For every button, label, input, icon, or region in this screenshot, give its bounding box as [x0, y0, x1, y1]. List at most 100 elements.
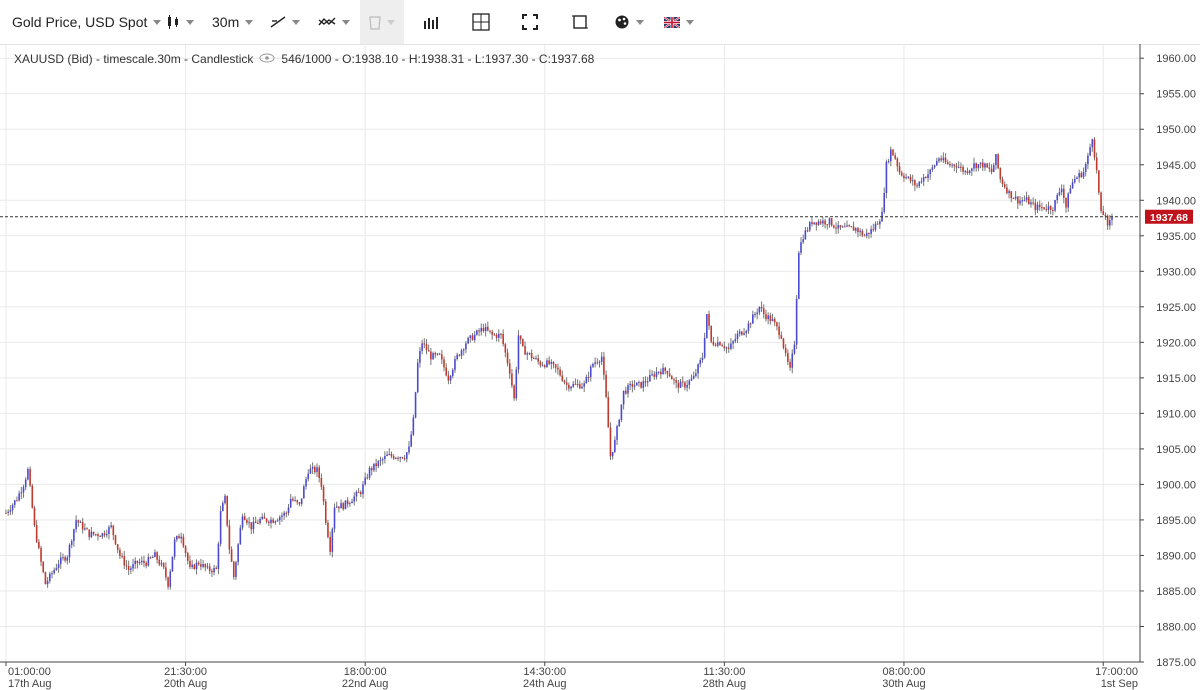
candle-body [410, 434, 412, 447]
candle-body [314, 466, 316, 473]
candle-body [568, 384, 570, 389]
candle-body [401, 457, 404, 459]
candle-body [1047, 206, 1050, 210]
candle-body [13, 500, 16, 505]
candle-body [903, 175, 905, 179]
candle-body [436, 353, 439, 355]
candle-body [844, 226, 846, 228]
candle-body [276, 520, 279, 522]
candle-body [97, 534, 99, 537]
candle-body [432, 353, 434, 360]
candle-body [660, 371, 662, 375]
candle-body [609, 427, 612, 457]
candle-body [1010, 191, 1013, 199]
candle-body [105, 534, 108, 536]
candle-body [784, 347, 787, 354]
candle-body [1001, 179, 1004, 185]
candle-body [265, 518, 268, 522]
candle-body [465, 343, 467, 350]
candle-body [246, 519, 248, 523]
candle-body [366, 477, 369, 479]
candle-body [690, 378, 693, 381]
candle-body [1019, 200, 1021, 204]
candle-body [482, 328, 485, 331]
candle-body [835, 227, 837, 229]
time-tick-label: 21:30:00 [164, 666, 207, 678]
candle-body [754, 314, 756, 316]
candle-body [1109, 220, 1111, 226]
candle-body [1034, 202, 1037, 211]
candle-body [911, 180, 914, 182]
candle-body [789, 361, 791, 368]
candle-body [800, 242, 802, 253]
candle-body [927, 174, 929, 178]
candle-body [640, 381, 642, 388]
candle-body [1076, 177, 1078, 179]
candle-body [738, 331, 741, 334]
candle-body [478, 330, 480, 332]
candle-body [859, 230, 861, 233]
candle-body [719, 342, 721, 346]
candle-body [1036, 204, 1039, 211]
candle-body [88, 529, 91, 538]
candle-body [232, 561, 235, 578]
candle-body [900, 172, 903, 176]
candle-body [968, 170, 971, 174]
candle-body [528, 352, 531, 354]
candle-body [749, 323, 752, 325]
candle-body [1106, 216, 1109, 226]
candle-body [938, 158, 940, 162]
candle-body [554, 364, 557, 368]
candle-body [922, 177, 925, 182]
candle-body [62, 557, 64, 559]
candle-body [289, 498, 292, 508]
candle-body [649, 374, 651, 382]
candle-body [186, 552, 189, 561]
candle-body [600, 356, 603, 362]
candle-body [1073, 178, 1076, 183]
candle-body [642, 381, 645, 388]
candle-body [1003, 184, 1006, 188]
candle-body [1017, 196, 1019, 204]
candle-body [154, 552, 156, 558]
candle-body [736, 333, 739, 340]
candle-body [427, 350, 430, 352]
candle-body [35, 525, 38, 542]
candle-body [981, 162, 984, 168]
candle-body [44, 572, 47, 585]
eye-icon[interactable] [259, 52, 275, 66]
candle-body [430, 351, 432, 360]
candle-body [414, 392, 417, 418]
time-tick-label: 11:30:00 [703, 666, 745, 678]
candle-body [7, 511, 9, 513]
candle-body [320, 477, 323, 487]
candle-body [747, 323, 750, 331]
candle-body [688, 380, 691, 385]
candle-body [248, 522, 250, 524]
price-chart[interactable]: 1960.00 1955.00 1950.00 1945.00 1940.00 1935.… [0, 0, 1200, 690]
candle-body [513, 385, 515, 399]
price-tick-label: 1900.00 [1156, 479, 1196, 491]
candle-body [158, 559, 161, 565]
candle-body [342, 503, 345, 510]
candle-body [850, 226, 853, 228]
candle-body [165, 567, 167, 578]
candle-body [798, 252, 800, 299]
candle-body [140, 560, 143, 563]
candle-body [24, 479, 27, 488]
candle-body [362, 484, 364, 495]
candle-body [935, 161, 938, 166]
candle-body [598, 361, 601, 363]
candle-body [892, 149, 894, 156]
price-tick-label: 1885.00 [1156, 586, 1196, 598]
candle-body [839, 225, 842, 228]
candle-body [202, 564, 204, 567]
candle-body [583, 383, 585, 387]
candle-body [138, 562, 141, 564]
candle-body [92, 531, 95, 535]
candle-body [226, 495, 228, 526]
candle-body [125, 565, 128, 567]
candle-body [605, 374, 607, 397]
candle-body [543, 365, 546, 368]
candle-body [373, 463, 375, 471]
